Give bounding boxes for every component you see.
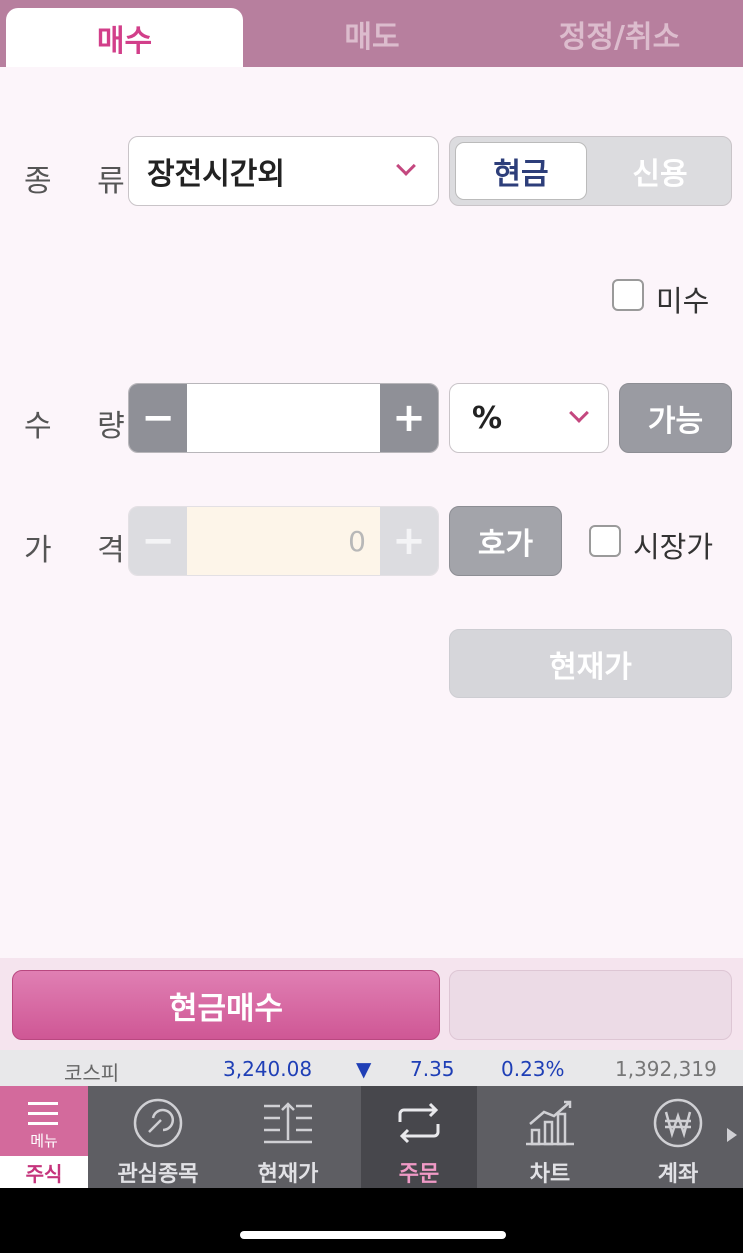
chevron-down-icon [569, 403, 589, 423]
type-label: 종 류 [24, 164, 143, 199]
current-price-icon [264, 1102, 312, 1144]
order-type-value: 장전시간외 [147, 157, 285, 192]
nav-label: 차트 [529, 1162, 571, 1187]
market-ticker[interactable]: 코스피 3,240.08 ▼ 7.35 0.23% 1,392,319 [0, 1050, 743, 1086]
order-tabs: 매수 매도 정정/취소 [0, 0, 743, 67]
cash-credit-toggle: 현금 신용 [449, 136, 732, 206]
credit-option[interactable]: 신용 [590, 137, 730, 205]
quantity-input[interactable] [187, 384, 380, 452]
plus-icon[interactable]: + [380, 384, 438, 452]
secondary-action-button[interactable] [449, 970, 732, 1040]
index-rate: 0.23% [501, 1057, 565, 1081]
quantity-unit-value: % [472, 400, 503, 436]
price-stepper: − 0 + [128, 506, 439, 576]
index-value: 3,240.08 [223, 1057, 313, 1081]
nav-label: 계좌 [657, 1162, 699, 1187]
tab-sell[interactable]: 매도 [248, 0, 496, 67]
quantity-unit-select[interactable]: % [449, 383, 609, 453]
watchlist-icon [133, 1098, 183, 1148]
menu-label: 메뉴 [30, 1132, 58, 1150]
account-icon [653, 1098, 703, 1148]
minus-icon[interactable]: − [129, 384, 187, 452]
nav-item-chart[interactable]: 차트 [488, 1086, 612, 1188]
market-price-label: 시장가 [633, 530, 714, 564]
available-qty-button[interactable]: 가능 [619, 383, 732, 453]
scroll-right-icon[interactable] [727, 1128, 737, 1142]
nav-item-order[interactable]: 주문 [361, 1086, 477, 1188]
index-volume: 1,392,319 [615, 1057, 717, 1081]
misu-checkbox[interactable] [612, 279, 644, 311]
chevron-down-icon [396, 156, 416, 176]
tab-buy[interactable]: 매수 [6, 8, 243, 67]
nav-item-account[interactable]: 계좌 [616, 1086, 740, 1188]
market-price-checkbox[interactable] [589, 525, 621, 557]
quote-button[interactable]: 호가 [449, 506, 562, 576]
price-input[interactable]: 0 [187, 507, 380, 575]
cash-option[interactable]: 현금 [455, 142, 587, 200]
nav-label: 주문 [398, 1162, 440, 1187]
bottom-nav: 메뉴 주식 관심종목 현재가 주문 차트 계좌 [0, 1086, 743, 1188]
order-type-select[interactable]: 장전시간외 [128, 136, 439, 206]
plus-icon[interactable]: + [380, 507, 438, 575]
price-label: 가 격 [24, 533, 143, 568]
order-icon [398, 1102, 440, 1144]
nav-item-watchlist[interactable]: 관심종목 [96, 1086, 220, 1188]
nav-label: 현재가 [257, 1162, 319, 1187]
index-change: 7.35 [410, 1057, 455, 1081]
stock-section-label: 주식 [0, 1156, 88, 1188]
cash-buy-button[interactable]: 현금매수 [12, 970, 440, 1040]
menu-button[interactable]: 메뉴 주식 [0, 1086, 88, 1188]
nav-item-current-price[interactable]: 현재가 [226, 1086, 350, 1188]
index-name: 코스피 [64, 1061, 120, 1085]
tab-modify-cancel[interactable]: 정정/취소 [496, 0, 743, 67]
minus-icon[interactable]: − [129, 507, 187, 575]
system-bar [0, 1188, 743, 1253]
chart-icon [526, 1100, 574, 1146]
nav-label: 관심종목 [117, 1162, 199, 1187]
misu-label: 미수 [656, 284, 710, 318]
down-arrow-icon: ▼ [356, 1057, 372, 1081]
quantity-stepper: − + [128, 383, 439, 453]
current-price-button[interactable]: 현재가 [449, 629, 732, 698]
home-indicator[interactable] [240, 1231, 506, 1239]
quantity-label: 수 량 [24, 409, 143, 444]
hamburger-icon [28, 1102, 58, 1132]
